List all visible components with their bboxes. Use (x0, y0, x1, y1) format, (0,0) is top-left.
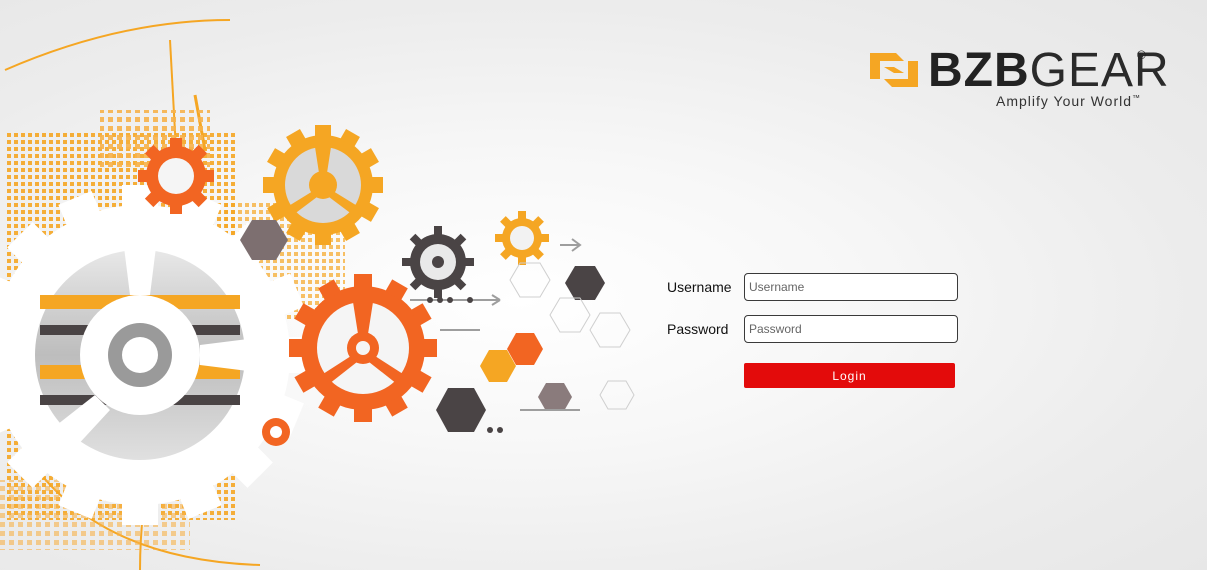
password-row: Password (667, 315, 967, 343)
brand-name-light: GEAR (1029, 44, 1170, 97)
tagline-text: Amplify Your World (996, 93, 1133, 109)
brand-name-bold: BZB (928, 44, 1030, 97)
registered-mark: ® (1137, 48, 1146, 62)
brand-logo: BZBGEAR ® Amplify Your World™ (866, 44, 1169, 112)
username-input[interactable] (744, 273, 958, 301)
gears-illustration (0, 19, 635, 570)
password-input[interactable] (744, 315, 958, 343)
brand-tagline: Amplify Your World™ (996, 93, 1141, 109)
brand-name: BZBGEAR (928, 44, 1170, 98)
username-label: Username (667, 279, 732, 295)
trademark-mark: ™ (1132, 93, 1142, 103)
login-page: BZBGEAR ® Amplify Your World™ Username P… (0, 0, 1207, 570)
password-label: Password (667, 321, 729, 337)
username-row: Username (667, 273, 967, 301)
login-button[interactable]: Login (744, 363, 955, 388)
bzbgear-chain-icon (870, 53, 918, 87)
